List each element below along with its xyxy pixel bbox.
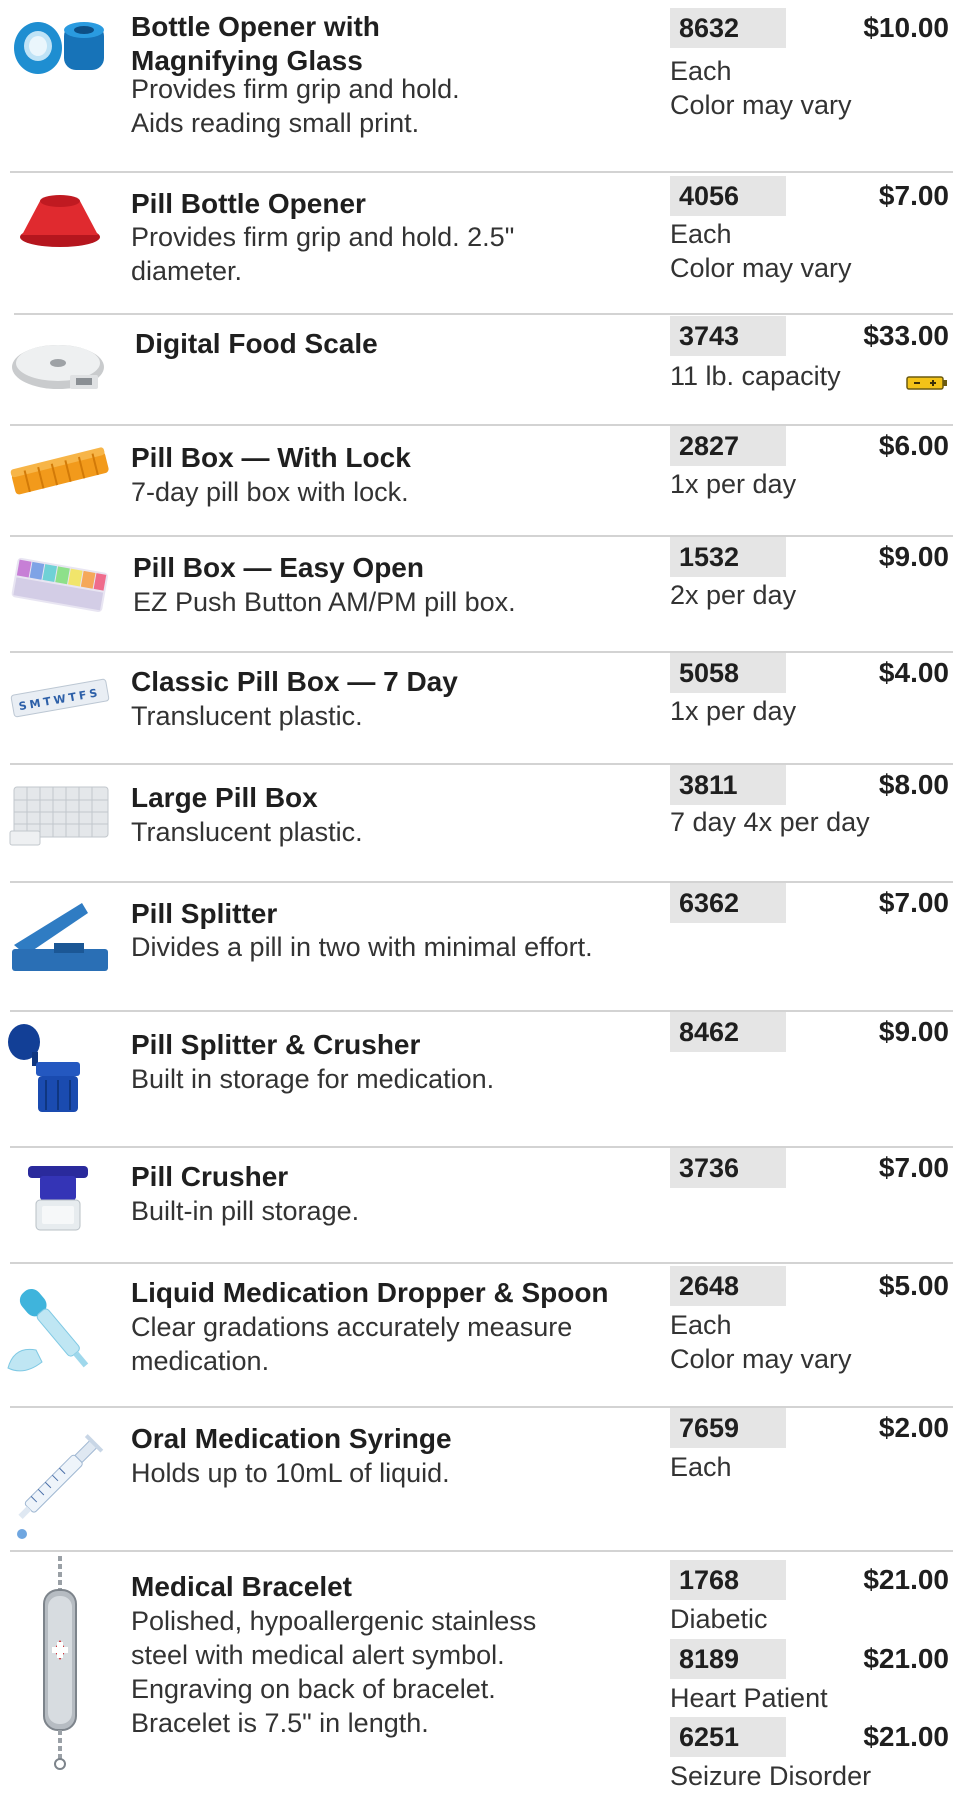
product-title: Pill Crusher bbox=[131, 1161, 289, 1192]
product-description: Polished, hypoallergenic stainless steel… bbox=[131, 1606, 537, 1738]
variant-note: 1x per day bbox=[670, 696, 797, 726]
bottle-opener-magnifier-icon bbox=[8, 10, 112, 80]
row-divider bbox=[10, 1550, 953, 1552]
row-divider bbox=[10, 1262, 953, 1264]
product-description: 7-day pill box with lock. bbox=[131, 477, 409, 507]
product-title: Classic Pill Box — 7 Day bbox=[131, 666, 458, 697]
row-divider bbox=[10, 763, 953, 765]
sku-label: 8462 bbox=[670, 1012, 786, 1052]
sku-label: 7659 bbox=[670, 1408, 786, 1448]
product-description: Divides a pill in two with minimal effor… bbox=[131, 932, 593, 962]
price-label: $9.00 bbox=[878, 541, 949, 572]
pill-box-lock-icon bbox=[8, 444, 112, 500]
pill-box-easy-open-icon bbox=[8, 551, 112, 617]
price-label: $5.00 bbox=[878, 1270, 949, 1301]
battery-icon bbox=[906, 375, 948, 391]
product-title: Pill Splitter bbox=[131, 898, 278, 929]
sku-label: 3811 bbox=[670, 765, 786, 805]
price-label: $7.00 bbox=[878, 887, 949, 918]
sku-label: 4056 bbox=[670, 176, 786, 216]
product-title: Bottle Opener with Magnifying Glass bbox=[131, 11, 380, 76]
sku-label: 5058 bbox=[670, 653, 786, 693]
product-description: Translucent plastic. bbox=[131, 817, 363, 847]
variant-note: 1x per day bbox=[670, 469, 797, 499]
sku-label: 8632 bbox=[670, 8, 786, 48]
row-divider bbox=[10, 881, 953, 883]
product-title: Pill Bottle Opener bbox=[131, 188, 366, 219]
large-pill-box-icon bbox=[8, 779, 112, 849]
variant-note: 2x per day bbox=[670, 580, 797, 610]
product-description: Clear gradations accurately measure medi… bbox=[131, 1312, 573, 1376]
row-divider bbox=[10, 1010, 953, 1012]
product-title: Pill Box — With Lock bbox=[131, 442, 411, 473]
product-title: Digital Food Scale bbox=[135, 328, 378, 359]
price-label: $4.00 bbox=[878, 657, 949, 688]
product-description: Provides firm grip and hold. Aids readin… bbox=[131, 74, 460, 138]
price-label: $7.00 bbox=[878, 1152, 949, 1183]
sku-label: 3743 bbox=[670, 316, 786, 356]
price-label: $21.00 bbox=[863, 1643, 949, 1674]
product-title: Oral Medication Syringe bbox=[131, 1423, 452, 1454]
sku-label: 2648 bbox=[670, 1266, 786, 1306]
sku-label: 1768 bbox=[670, 1560, 786, 1600]
product-title: Pill Splitter & Crusher bbox=[131, 1029, 421, 1060]
price-label: $21.00 bbox=[863, 1564, 949, 1595]
variant-note: Seizure Disorder bbox=[670, 1761, 872, 1791]
variant-note: 11 lb. capacity bbox=[670, 361, 841, 391]
pill-splitter-icon bbox=[8, 899, 112, 979]
price-label: $7.00 bbox=[878, 180, 949, 211]
pill-crusher-icon bbox=[8, 1160, 112, 1240]
variant-note: Each Color may vary bbox=[670, 1310, 852, 1374]
sku-label: 3736 bbox=[670, 1148, 786, 1188]
product-title: Medical Bracelet bbox=[131, 1571, 352, 1602]
product-description: Translucent plastic. bbox=[131, 701, 363, 731]
sku-label: 1532 bbox=[670, 537, 786, 577]
medical-bracelet-icon bbox=[30, 1556, 90, 1770]
row-divider bbox=[10, 651, 953, 653]
food-scale-icon bbox=[8, 329, 112, 399]
product-description: Provides firm grip and hold. 2.5" diamet… bbox=[131, 222, 515, 286]
price-label: $21.00 bbox=[863, 1721, 949, 1752]
product-description: Built in storage for medication. bbox=[131, 1064, 495, 1094]
row-divider bbox=[10, 535, 953, 537]
row-divider bbox=[10, 1406, 953, 1408]
product-description: Built-in pill storage. bbox=[131, 1196, 360, 1226]
dropper-spoon-icon bbox=[2, 1276, 106, 1386]
price-label: $33.00 bbox=[863, 320, 949, 351]
variant-note: Heart Patient bbox=[670, 1683, 828, 1713]
row-divider bbox=[10, 171, 953, 173]
variant-note: 7 day 4x per day bbox=[670, 807, 870, 837]
variant-note: Each Color may vary bbox=[670, 219, 852, 283]
sku-label: 8189 bbox=[670, 1639, 786, 1679]
pill-splitter-crusher-icon bbox=[2, 1022, 106, 1118]
price-label: $8.00 bbox=[878, 769, 949, 800]
variant-note: Each bbox=[670, 1452, 732, 1482]
pill-bottle-opener-icon bbox=[8, 189, 112, 249]
variant-note: Diabetic bbox=[670, 1604, 768, 1634]
product-description: Holds up to 10mL of liquid. bbox=[131, 1458, 450, 1488]
sku-label: 2827 bbox=[670, 426, 786, 466]
sku-label: 6251 bbox=[670, 1717, 786, 1757]
product-description: EZ Push Button AM/PM pill box. bbox=[133, 587, 516, 617]
row-divider bbox=[10, 424, 953, 426]
row-divider bbox=[14, 313, 953, 315]
price-label: $2.00 bbox=[878, 1412, 949, 1443]
price-label: $9.00 bbox=[878, 1016, 949, 1047]
price-label: $6.00 bbox=[878, 430, 949, 461]
product-title: Pill Box — Easy Open bbox=[133, 552, 424, 583]
row-divider bbox=[10, 1146, 953, 1148]
price-label: $10.00 bbox=[863, 12, 949, 43]
product-title: Large Pill Box bbox=[131, 782, 318, 813]
oral-syringe-icon bbox=[2, 1414, 106, 1542]
classic-pill-box-icon: SMTWTFS bbox=[8, 673, 112, 723]
variant-note: Each Color may vary bbox=[670, 56, 852, 120]
product-title: Liquid Medication Dropper & Spoon bbox=[131, 1277, 609, 1308]
sku-label: 6362 bbox=[670, 883, 786, 923]
